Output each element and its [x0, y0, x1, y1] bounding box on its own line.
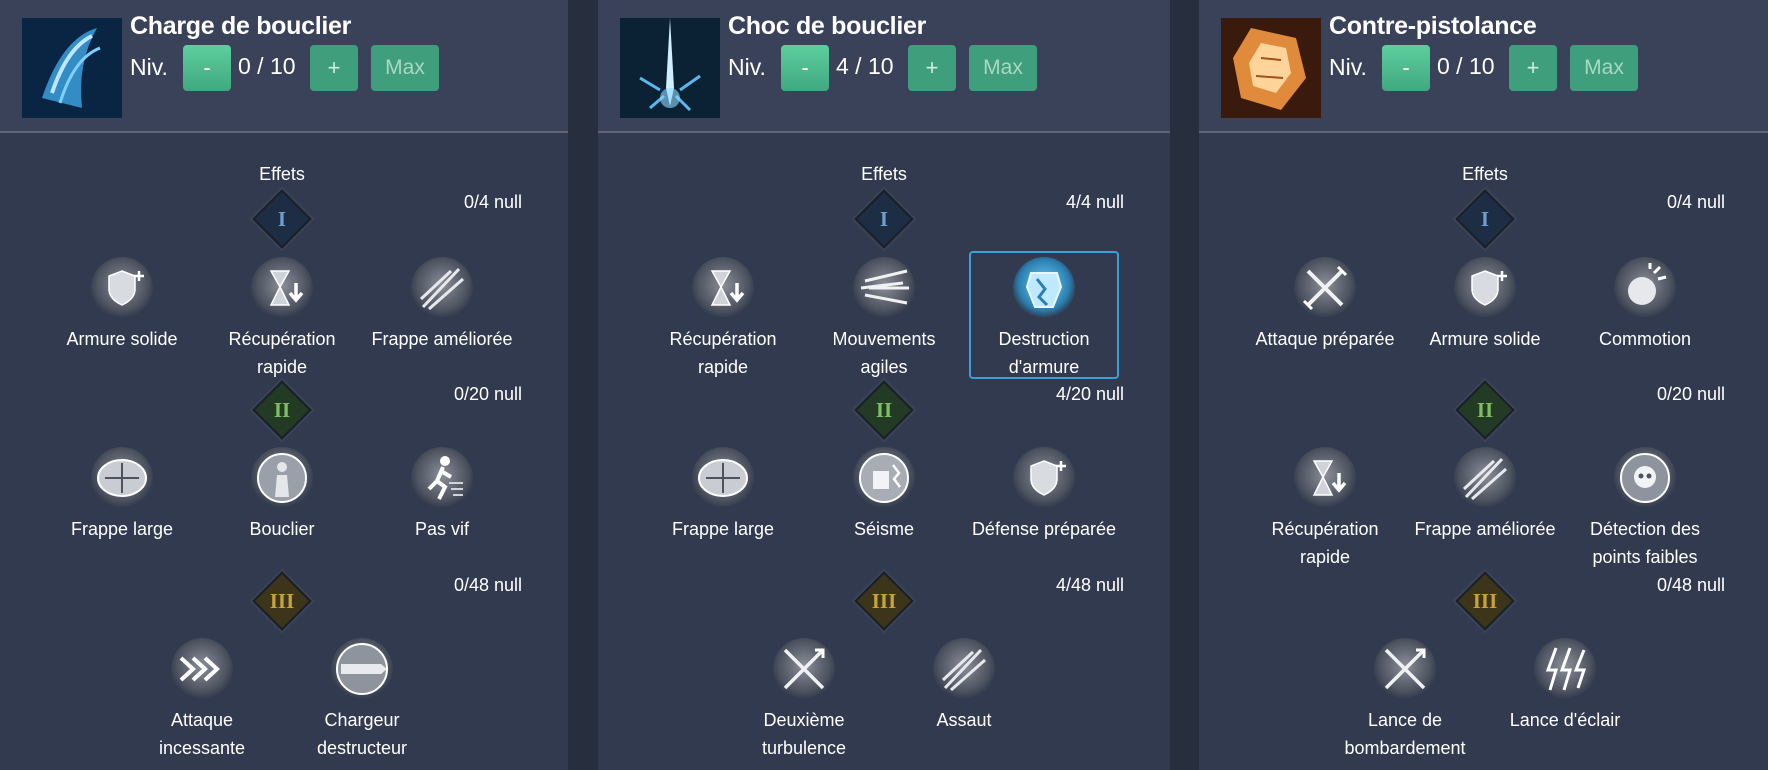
skill-header: Choc de bouclier Niv. - 4 / 10 + Max [598, 0, 1170, 133]
crossed-arrows-icon [1374, 638, 1436, 700]
level-max-button[interactable]: Max [371, 45, 439, 91]
skill-name: Choc de bouclier [728, 12, 927, 40]
level-plus-button[interactable]: + [908, 45, 956, 91]
tier-2-badge: II [1455, 380, 1515, 440]
tier-1-count: 4/4 null [1065, 192, 1124, 212]
slash-strike-icon [411, 257, 473, 319]
tier-1-badge: I [1455, 189, 1515, 249]
level-label: Niv. [1329, 54, 1367, 80]
effect-node[interactable]: Bouclier [207, 447, 357, 543]
level-label: Niv. [130, 54, 168, 80]
effect-node[interactable]: Défense préparée [969, 447, 1119, 543]
level-plus-button[interactable]: + [310, 45, 358, 91]
tier-2-count: 0/20 null [1656, 384, 1725, 404]
concussion-icon [1614, 257, 1676, 319]
effects-title: Effets [259, 164, 305, 184]
armor-break-icon [1013, 257, 1075, 319]
skill-name: Contre-pistolance [1329, 12, 1537, 40]
level-value: 0 / 10 [238, 53, 296, 79]
skill-panel-3: Contre-pistolance Niv. - 0 / 10 + Max Ef… [1199, 0, 1768, 770]
effect-node-selected[interactable]: Destruction d'armure [969, 251, 1119, 379]
skill-panel-1: Charge de bouclier Niv. - 0 / 10 + Max E… [0, 0, 568, 770]
effect-node[interactable]: Commotion [1570, 257, 1720, 353]
effect-node[interactable]: Armure solide [47, 257, 197, 353]
tier-2-count: 0/20 null [453, 384, 522, 404]
tier-3-count: 0/48 null [1656, 575, 1725, 595]
effect-node[interactable]: Pas vif [367, 447, 517, 543]
effects-title: Effets [861, 164, 907, 184]
slash-strike-icon [933, 638, 995, 700]
tier-3-badge: III [252, 571, 312, 631]
body-shield-icon [251, 447, 313, 509]
shield-plus-icon [1454, 257, 1516, 319]
effect-node[interactable]: Chargeur destructeur [287, 638, 437, 762]
tier-1-badge: I [252, 189, 312, 249]
quake-fist-icon [853, 447, 915, 509]
lance-charge-icon [331, 638, 393, 700]
speed-lines-icon [853, 257, 915, 319]
crossed-arrows-icon [773, 638, 835, 700]
effect-node[interactable]: Lance de bombardement [1330, 638, 1480, 762]
level-value: 4 / 10 [836, 53, 894, 79]
skill-header: Charge de bouclier Niv. - 0 / 10 + Max [0, 0, 568, 133]
shield-shock-icon [620, 18, 720, 118]
slash-strike-icon [1454, 447, 1516, 509]
effect-node[interactable]: Attaque préparée [1250, 257, 1400, 353]
level-minus-button[interactable]: - [1382, 45, 1430, 91]
crossed-swords-icon [1294, 257, 1356, 319]
tier-2-badge: II [252, 380, 312, 440]
wide-arrows-icon [91, 447, 153, 509]
skill-name: Charge de bouclier [130, 12, 352, 40]
effect-node[interactable]: Deuxième turbulence [729, 638, 879, 762]
skill-panel-2: Choc de bouclier Niv. - 4 / 10 + Max Eff… [598, 0, 1170, 770]
level-label: Niv. [728, 54, 766, 80]
level-plus-button[interactable]: + [1509, 45, 1557, 91]
skill-header: Contre-pistolance Niv. - 0 / 10 + Max [1199, 0, 1768, 133]
tier-1-badge: I [854, 189, 914, 249]
effect-node[interactable]: Séisme [809, 447, 959, 543]
tier-1-count: 0/4 null [463, 192, 522, 212]
lightning-icon [1534, 638, 1596, 700]
shield-plus-icon [91, 257, 153, 319]
effect-node[interactable]: Lance d'éclair [1490, 638, 1640, 734]
skull-target-icon [1614, 447, 1676, 509]
tier-3-badge: III [1455, 571, 1515, 631]
effect-node[interactable]: Mouvements agiles [809, 257, 959, 381]
shield-charge-icon [22, 18, 122, 118]
effects-title: Effets [1462, 164, 1508, 184]
tier-3-badge: III [854, 571, 914, 631]
tier-3-count: 0/48 null [453, 575, 522, 595]
effect-node[interactable]: Frappe améliorée [1410, 447, 1560, 543]
effect-node[interactable]: Récupération rapide [648, 257, 798, 381]
level-max-button[interactable]: Max [1570, 45, 1638, 91]
hourglass-down-icon [251, 257, 313, 319]
effect-node[interactable]: Attaque incessante [127, 638, 277, 762]
effect-node[interactable]: Détection des points faibles [1570, 447, 1720, 571]
tier-2-count: 4/20 null [1055, 384, 1124, 404]
hourglass-down-icon [692, 257, 754, 319]
effect-node[interactable]: Récupération rapide [1250, 447, 1400, 571]
effect-node[interactable]: Frappe large [47, 447, 197, 543]
counter-gunlance-icon [1221, 18, 1321, 118]
shield-plus-icon [1013, 447, 1075, 509]
effect-node[interactable]: Armure solide [1410, 257, 1560, 353]
level-minus-button[interactable]: - [183, 45, 231, 91]
tier-2-badge: II [854, 380, 914, 440]
tier-3-count: 4/48 null [1055, 575, 1124, 595]
level-max-button[interactable]: Max [969, 45, 1037, 91]
level-value: 0 / 10 [1437, 53, 1495, 79]
hourglass-down-icon [1294, 447, 1356, 509]
running-figure-icon [411, 447, 473, 509]
level-minus-button[interactable]: - [781, 45, 829, 91]
effect-node[interactable]: Récupération rapide [207, 257, 357, 381]
effect-node[interactable]: Frappe améliorée [367, 257, 517, 353]
tier-1-count: 0/4 null [1666, 192, 1725, 212]
effect-node[interactable]: Assaut [889, 638, 1039, 734]
wide-arrows-icon [692, 447, 754, 509]
effect-node[interactable]: Frappe large [648, 447, 798, 543]
chevrons-right-icon [171, 638, 233, 700]
